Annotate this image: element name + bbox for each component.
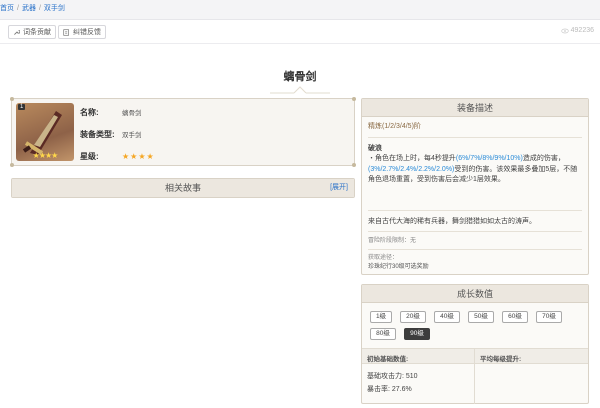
corner-ornament: [352, 163, 356, 167]
source-value: 珍珠纪行30级可选奖励: [368, 263, 429, 270]
level-button-60[interactable]: 60级: [502, 311, 528, 323]
story-section: 相关故事 [展开]: [11, 178, 355, 198]
corner-ornament: [10, 97, 14, 101]
source-label: 获取途径：: [368, 254, 399, 261]
skill-text: 造成的伤害，: [522, 155, 565, 162]
description-header: 装备描述: [362, 99, 588, 117]
corner-ornament: [10, 163, 14, 167]
name-label: 名称:: [80, 108, 99, 117]
title-ornament: [270, 86, 330, 94]
lore-text: 来自古代大海的稀有兵器，舞剑猎猎如如太古的涛声。: [368, 217, 536, 225]
limit-text: 冒险阶段限制：无: [368, 238, 417, 244]
growth-header: 成长数值: [362, 285, 588, 303]
rank-badge: 1: [18, 104, 26, 110]
growth-columns: 初始基础数值: 平均每级提升:: [362, 348, 588, 364]
breadcrumb-separator: /: [17, 5, 19, 12]
story-header: 相关故事 [展开]: [12, 179, 354, 197]
wrench-icon: [14, 29, 20, 35]
story-expand-link[interactable]: [展开]: [330, 179, 348, 197]
skill-name: 破浪: [368, 144, 382, 152]
feedback-label: 纠错反馈: [73, 29, 101, 36]
level-button-40[interactable]: 40级: [434, 311, 460, 323]
description-title: 装备描述: [456, 103, 493, 113]
type-label: 装备类型:: [80, 130, 115, 139]
corner-ornament: [352, 97, 356, 101]
crit-stat: 暴击率: 27.6%: [367, 386, 412, 393]
eye-icon: [560, 28, 569, 33]
page-content: 螭骨剑 1 ★★★★ 名称: 螭骨剑 装备类型: 双手剑 星级: ★★★★ 相关…: [0, 44, 600, 408]
contribute-label: 词条贡献: [23, 29, 51, 36]
breadcrumb: 首页 / 武器 / 双手剑: [0, 0, 600, 20]
skill-value-highlight: (6%/7%/8%/9%/10%): [455, 155, 523, 162]
level-button-20[interactable]: 20级: [400, 311, 426, 323]
weapon-infobox: 1 ★★★★ 名称: 螭骨剑 装备类型: 双手剑 星级: ★★★★: [10, 97, 356, 167]
breadcrumb-current[interactable]: 双手剑: [44, 5, 65, 12]
breadcrumb-home[interactable]: 首页: [0, 5, 14, 12]
level-button-1[interactable]: 1级: [370, 311, 392, 323]
skill-description: ・角色在场上时，每4秒提升(6%/7%/8%/9%/10%)造成的伤害， (3%/…: [368, 154, 582, 186]
weapon-image: 1 ★★★★: [16, 103, 74, 161]
view-count: 492236: [560, 27, 594, 34]
toolbar: 词条贡献 纠错反馈 492236: [0, 20, 600, 44]
name-value: 螭骨剑: [122, 110, 142, 117]
avg-column-header: 平均每级提升:: [480, 356, 522, 363]
edit-icon: [63, 28, 69, 36]
growth-title: 成长数值: [456, 289, 493, 299]
rarity-label: 星级:: [80, 152, 99, 161]
rarity-stars: ★★★★: [122, 152, 155, 161]
breadcrumb-separator: /: [38, 5, 41, 12]
rarity-row: 星级: ★★★★: [80, 151, 155, 162]
feedback-button[interactable]: 纠错反馈: [58, 25, 106, 39]
view-count-value: 492236: [570, 27, 594, 34]
type-value: 双手剑: [122, 132, 142, 139]
skill-value-highlight: (3%/2.7%/2.4%/2.2%/2.0%): [368, 165, 455, 173]
atk-stat: 基础攻击力: 510: [367, 373, 418, 380]
level-button-50[interactable]: 50级: [468, 311, 494, 323]
contribute-button[interactable]: 词条贡献: [8, 25, 56, 39]
description-panel: 装备描述 精炼(1/2/3/4/5)阶 破浪 ・角色在场上时，每4秒提升(6%/…: [361, 98, 589, 275]
story-title: 相关故事: [164, 183, 201, 193]
level-button-90[interactable]: 90级: [404, 328, 430, 340]
name-row: 名称: 螭骨剑: [80, 107, 142, 118]
column-divider: [474, 348, 475, 404]
breadcrumb-weapon[interactable]: 武器: [22, 5, 36, 12]
level-button-80[interactable]: 80级: [370, 328, 396, 340]
base-column-header: 初始基础数值:: [367, 356, 409, 363]
skill-text: ・角色在场上时，每4秒提升: [368, 155, 456, 162]
card-stars: ★★★★: [32, 151, 59, 160]
refine-text: 精炼(1/2/3/4/5)阶: [368, 123, 421, 130]
level-button-70[interactable]: 70级: [536, 311, 562, 323]
page-title: 螭骨剑: [283, 71, 317, 83]
growth-panel: 成长数值 1级 20级 40级 50级 60级 70级 80级 90级 初始基础…: [361, 284, 589, 404]
type-row: 装备类型: 双手剑: [80, 129, 142, 140]
